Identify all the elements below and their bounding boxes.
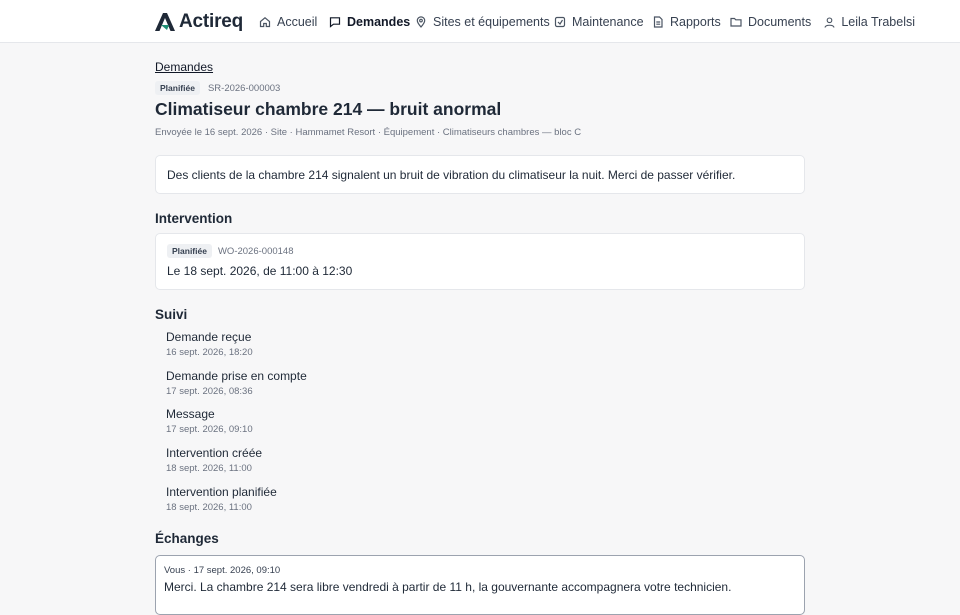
intervention-reference: WO-2026-000148 (217, 245, 294, 257)
nav-item-rapports[interactable]: Rapports (652, 12, 721, 32)
timeline-item: Demande reçue 16 sept. 2026, 18:20 (166, 330, 307, 369)
nav-label: Sites et équipements (433, 15, 550, 29)
timeline-date: 16 sept. 2026, 18:20 (166, 347, 253, 358)
message-card: Vous · 17 sept. 2026, 09:10 Merci. La ch… (155, 555, 805, 615)
timeline-label: Intervention planifiée (166, 484, 277, 499)
page-title: Climatiseur chambre 214 — bruit anormal (155, 99, 502, 119)
timeline-label: Intervention créée (166, 446, 263, 461)
intervention-heading: Intervention (155, 211, 233, 226)
request-reference: SR-2026-000003 (207, 82, 281, 94)
brand-name: Actireq (179, 11, 244, 32)
top-navigation-bar: Actireq Accueil Demandes Sites et équipe… (0, 0, 960, 43)
user-icon (824, 16, 835, 28)
timeline-date: 18 sept. 2026, 11:00 (166, 463, 252, 475)
message-icon (329, 17, 341, 28)
timeline-date: 18 sept. 2026, 11:00 (166, 501, 252, 513)
nav-item-demandes[interactable]: Demandes (329, 12, 410, 32)
nav-label: Documents (748, 15, 812, 29)
request-description: Des clients de la chambre 214 signalent … (167, 168, 736, 182)
request-meta: Planifiée SR-2026-000003 (155, 81, 280, 95)
nav-item-maintenance[interactable]: Maintenance (554, 12, 644, 32)
nav-label: Rapports (670, 15, 721, 29)
message-body: Merci. La chambre 214 sera libre vendred… (164, 580, 732, 594)
folder-icon (730, 17, 742, 27)
intervention-schedule: Le 18 sept. 2026, de 11:00 à 12:30 (167, 264, 353, 278)
timeline-item: Demande prise en compte 17 sept. 2026, 0… (166, 369, 307, 408)
user-menu[interactable]: Leila Trabelsi (824, 12, 915, 32)
suivi-heading: Suivi (155, 307, 188, 322)
status-badge: Planifiée (167, 244, 212, 258)
timeline-item: Intervention planifiée 18 sept. 2026, 11… (166, 485, 307, 524)
tool-icon (554, 16, 566, 28)
status-badge: Planifiée (155, 81, 200, 95)
timeline-date: 17 sept. 2026, 09:10 (166, 424, 253, 436)
nav-label: Maintenance (572, 15, 644, 29)
breadcrumb-demandes[interactable]: Demandes (155, 60, 213, 74)
user-name: Leila Trabelsi (841, 15, 915, 29)
document-icon (653, 16, 663, 28)
message-header: Vous · 17 sept. 2026, 09:10 (164, 565, 281, 576)
nav-item-accueil[interactable]: Accueil (259, 12, 317, 32)
suivi-timeline: Demande reçue 16 sept. 2026, 18:20 Deman… (166, 330, 307, 523)
timeline-item: Message 17 sept. 2026, 09:10 (166, 407, 307, 446)
timeline-label: Demande prise en compte (166, 368, 307, 383)
home-icon (259, 17, 271, 28)
intervention-meta: Planifiée WO-2026-000148 (167, 244, 793, 258)
timeline-item: Intervention créée 18 sept. 2026, 11:00 (166, 446, 307, 485)
timeline-date: 17 sept. 2026, 08:36 (166, 385, 253, 397)
timeline-label: Message (166, 407, 215, 422)
nav-item-documents[interactable]: Documents (730, 12, 811, 32)
request-description-card: Des clients de la chambre 214 signalent … (155, 155, 805, 194)
map-pin-icon (416, 16, 426, 28)
intervention-card[interactable]: Planifiée WO-2026-000148 Le 18 sept. 202… (155, 233, 805, 290)
echanges-heading: Échanges (155, 531, 219, 546)
actireq-logo-icon (155, 13, 175, 31)
nav-label: Demandes (347, 15, 411, 29)
brand-logo[interactable]: Actireq (154, 10, 243, 34)
request-subline: Envoyée le 16 sept. 2026 · Site · Hammam… (155, 127, 582, 138)
nav-label: Accueil (277, 15, 318, 29)
timeline-label: Demande reçue (166, 330, 252, 344)
nav-item-sites[interactable]: Sites et équipements (415, 12, 550, 32)
